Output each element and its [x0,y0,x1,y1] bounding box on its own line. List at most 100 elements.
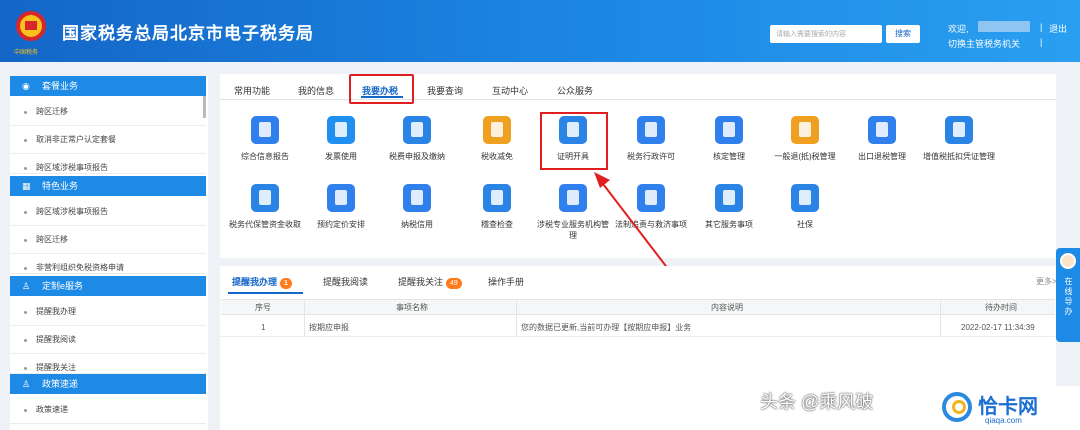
service-item[interactable]: 稽查检查 [458,184,536,230]
tab-label: 提醒我阅读 [323,277,369,287]
sidebar-item[interactable]: 提醒我关注 [10,354,206,374]
sidebar-item[interactable]: 政策速递 [10,396,206,424]
service-icon [403,184,431,212]
service-label: 税费申报及缴纳 [389,152,445,161]
tab-public-service[interactable]: 公众服务 [557,84,593,97]
service-item[interactable]: 税费申报及缴纳 [378,116,456,162]
service-item[interactable]: 综合信息报告 [226,116,304,162]
service-label: 出口退税管理 [858,152,906,161]
service-label: 增值税抵扣凭证管理 [923,152,995,161]
package-icon: ◉ [22,81,30,91]
row-time: 2022-02-17 11:34:39 [961,323,1035,332]
service-item[interactable]: 发票使用 [302,116,380,162]
search-button[interactable]: 搜索 [886,25,920,43]
watermark-logo-name: 恰卡网 [978,396,1038,418]
service-label: 预约定价安排 [317,220,365,229]
service-item[interactable]: 税务代保管资金收取 [226,184,304,230]
sidebar: ◉ 套餐业务 跨区迁移 取消非正常户认定套餐 跨区域涉税事项报告 ▦ 特色业务 跨区… [10,76,208,430]
header-separator: | [1040,37,1043,47]
highlight-box-certificate [540,112,608,170]
service-icon [327,184,355,212]
sidebar-scrollbar[interactable] [203,96,206,118]
tab-query[interactable]: 我要查询 [427,84,463,97]
service-icon [251,184,279,212]
column-header: 事项名称 [396,303,428,312]
section-title: 特色业务 [42,181,79,191]
service-item[interactable]: 社保 [766,184,844,230]
tab-remind-follow[interactable]: 提醒我关注 49 [398,275,462,289]
service-item[interactable]: 增值税抵扣凭证管理 [920,116,998,162]
service-label: 发票使用 [325,152,357,161]
service-icon [791,116,819,144]
service-label: 税务代保管资金收取 [229,220,301,229]
switch-authority-link[interactable]: 切换主管税务机关 [948,37,1020,50]
site-title: 国家税务总局北京市电子税务局 [62,24,314,43]
column-header: 内容说明 [711,303,743,312]
header-separator: | [1040,22,1043,32]
section-title: 政策速递 [42,379,79,389]
tab-interaction[interactable]: 互动中心 [492,84,528,97]
table-row[interactable]: 1 按期应申报 您的数据已更新,当前可办理【按期应申报】业务 2022-02-1… [221,319,1055,337]
service-item[interactable]: 其它服务事项 [690,184,768,230]
sidebar-item[interactable]: 跨区域涉税事项报告 [10,154,206,174]
service-item[interactable]: 税务行政许可 [612,116,690,162]
service-icon [945,116,973,144]
tab-my-info[interactable]: 我的信息 [298,84,334,97]
service-label: 综合信息报告 [241,152,289,161]
service-item[interactable]: 纳税信用 [378,184,456,230]
search-input[interactable]: 请输入需要搜索的内容 [770,25,882,43]
service-icon [483,184,511,212]
tab-manual[interactable]: 操作手册 [488,275,524,288]
sidebar-item[interactable]: 跨区迁移 [10,226,206,254]
user-icon: ♙ [22,281,31,291]
row-item-name: 按期应申报 [309,323,349,332]
online-guide-button[interactable]: 在线导办 [1056,248,1080,342]
section-title: 套餐业务 [42,81,79,91]
row-description: 您的数据已更新,当前可办理【按期应申报】业务 [521,323,692,332]
service-item[interactable]: 出口退税管理 [843,116,921,162]
tab-label: 操作手册 [488,277,525,287]
active-tab-indicator [228,292,303,294]
service-icon [251,116,279,144]
service-label: 社保 [797,220,813,229]
column-header: 待办时间 [985,303,1017,312]
red-arrow-annotation [594,172,673,275]
tab-label: 提醒我关注 [398,277,444,287]
sidebar-section-special[interactable]: ▦ 特色业务 [10,176,206,196]
sidebar-item[interactable]: 跨区迁移 [10,98,206,126]
row-index: 1 [261,323,266,332]
service-label: 税收减免 [481,152,513,161]
sidebar-section-package[interactable]: ◉ 套餐业务 [10,76,206,96]
service-item[interactable]: 税收减免 [458,116,536,162]
service-icon [327,116,355,144]
sidebar-item[interactable]: 非营利组织免税资格申请 [10,254,206,274]
service-icon [791,184,819,212]
service-label: 稽查检查 [481,220,513,229]
emblem-caption: 中国税务 [14,50,39,56]
sidebar-item[interactable]: 提醒我阅读 [10,326,206,354]
sidebar-section-policy[interactable]: ♙ 政策速递 [10,374,206,394]
tab-remind-read[interactable]: 提醒我阅读 [323,275,368,288]
service-label: 其它服务事项 [705,220,753,229]
logout-link[interactable]: 退出 [1049,22,1067,35]
sidebar-item[interactable]: 提醒我办理 [10,298,206,326]
sidebar-section-custom[interactable]: ♙ 定制e服务 [10,276,206,296]
service-item[interactable]: 核定管理 [690,116,768,162]
service-item[interactable]: 一般退(抵)税管理 [766,116,844,162]
tab-remind-handle[interactable]: 提醒我办理 1 [232,275,292,289]
service-icon [483,116,511,144]
sidebar-item[interactable]: 跨区域涉税事项报告 [10,198,206,226]
service-label: 一般退(抵)税管理 [774,152,836,161]
watermark-logo-inner-icon [952,400,966,414]
service-label: 税务行政许可 [627,152,675,161]
tab-common[interactable]: 常用功能 [234,84,270,97]
assistant-avatar-icon [1060,253,1076,269]
watermark-logo-url: qiaqa.com [985,416,1022,425]
watermark-text: 头条 @乘风破 [760,392,874,412]
highlight-box-tab [349,74,414,104]
welcome-text: 欢迎, [948,24,969,34]
sidebar-item[interactable]: 取消非正常户认定套餐 [10,126,206,154]
service-item[interactable]: 预约定价安排 [302,184,380,230]
more-link[interactable]: 更多> [1036,276,1057,287]
tab-divider [220,99,1056,100]
